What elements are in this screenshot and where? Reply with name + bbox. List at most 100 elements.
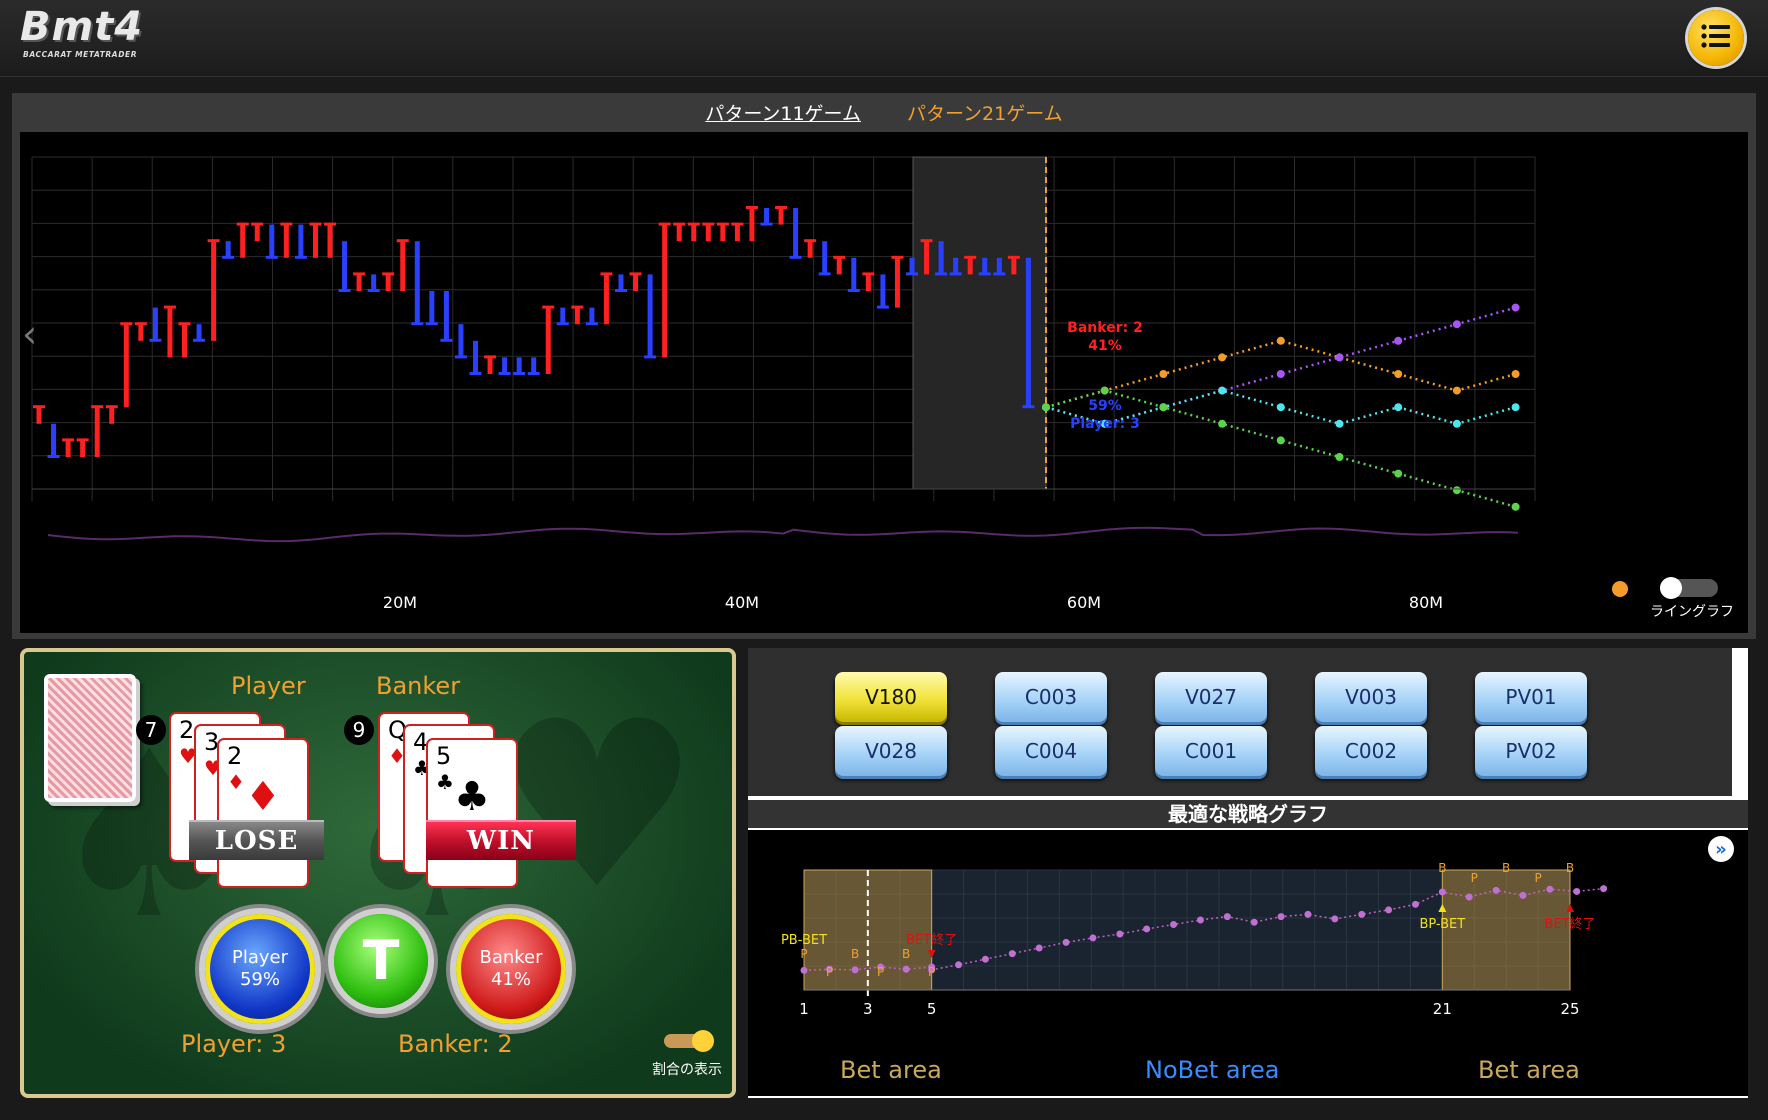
x-axis-label: 21 <box>1433 1000 1452 1018</box>
bet-letter: P <box>928 965 935 979</box>
strategy-point <box>1492 886 1500 894</box>
pattern-bar <box>953 257 959 275</box>
pattern-bar-cap <box>469 372 482 375</box>
pattern-bar <box>1011 257 1017 275</box>
x-tick-label: 60M <box>1066 593 1102 612</box>
pattern-bar-cap <box>585 322 598 326</box>
pattern-bar-cap <box>411 322 424 326</box>
pattern-bar-cap <box>1022 405 1035 409</box>
strategy-point <box>1089 934 1097 942</box>
tab-pattern-21[interactable]: パターン21ゲーム <box>907 99 1063 126</box>
pattern-bar <box>196 324 202 341</box>
strategy-button-c002[interactable]: C002 <box>1315 726 1427 776</box>
pattern-bar <box>327 224 333 258</box>
strategy-point <box>1331 915 1339 923</box>
pattern-bar-cap <box>891 255 904 259</box>
diamond-suit-icon: ♦ <box>227 770 245 794</box>
player-orb-pct: 59% <box>239 969 280 990</box>
pattern-bar-cap <box>76 438 89 442</box>
pattern-bar <box>705 224 711 242</box>
tie-bet-button[interactable]: T <box>334 914 428 1008</box>
banker-orb-label: Banker <box>479 946 543 968</box>
line-graph-toggle-label: ライングラフ <box>1650 604 1734 620</box>
projection-point <box>1452 386 1461 395</box>
tab-pattern-11[interactable]: パターン11ゲーム <box>705 99 861 126</box>
pattern-bar <box>603 274 609 325</box>
player-score-badge: 7 <box>136 715 166 745</box>
strategy-button-c003[interactable]: C003 <box>995 672 1107 722</box>
strategy-button-v003[interactable]: V003 <box>1315 672 1427 722</box>
pattern-bar-cap <box>673 222 686 226</box>
projection-point <box>1511 502 1520 511</box>
banker-hand-label: Banker <box>376 672 461 700</box>
card-rank: 5 <box>436 742 452 770</box>
line-graph-toggle[interactable] <box>1660 577 1718 599</box>
strategy-point <box>1008 950 1016 958</box>
pattern-bar-cap <box>760 222 773 226</box>
pattern-bar-cap <box>178 322 191 326</box>
projection-point <box>1394 336 1403 345</box>
strategy-point <box>1062 938 1070 946</box>
pattern-bar-cap <box>993 272 1006 276</box>
strategy-point <box>1573 887 1581 895</box>
pattern-bar <box>342 241 348 291</box>
bet-letter: B <box>1566 861 1574 875</box>
chevron-left-icon[interactable]: ‹ <box>22 312 37 356</box>
projection-point <box>1335 353 1344 362</box>
strategy-point <box>1250 918 1258 926</box>
pattern-chart-panel: パターン11ゲーム パターン21ゲーム Banker: 2 41% 59% Playe… <box>12 93 1756 639</box>
pattern-bar <box>211 241 217 341</box>
pattern-bar-cap <box>862 272 875 276</box>
pattern-bar <box>836 257 842 275</box>
pattern-bar-cap <box>280 222 293 226</box>
pattern-bar-cap <box>33 405 45 409</box>
pattern-bar-cap <box>425 322 438 326</box>
toggle-knob <box>692 1030 714 1052</box>
pattern-bar-cap <box>367 289 380 292</box>
ratio-display-toggle[interactable] <box>664 1030 714 1052</box>
strategy-button-v028[interactable]: V028 <box>835 726 947 776</box>
app-logo: Bmt4 <box>20 4 144 50</box>
x-axis-label: 1 <box>799 1000 809 1018</box>
pattern-bar-cap <box>644 355 657 359</box>
strategy-button-c001[interactable]: C001 <box>1155 726 1267 776</box>
timeline-position-marker[interactable] <box>1612 581 1628 597</box>
pattern-bar-cap <box>396 239 409 243</box>
strategy-button-pv01[interactable]: PV01 <box>1475 672 1587 722</box>
strategy-point <box>800 966 808 974</box>
x-tick-label: 80M <box>1408 593 1444 612</box>
strategy-button-v027[interactable]: V027 <box>1155 672 1267 722</box>
pattern-bar <box>487 357 493 374</box>
bp-bet-annotation: BP-BET <box>1419 917 1465 932</box>
double-chevron-right-icon[interactable]: » <box>1708 836 1734 862</box>
banker-bet-button[interactable]: Banker 41% <box>456 914 566 1024</box>
pattern-bar <box>298 224 304 258</box>
player-result-banner: LOSE <box>189 820 324 860</box>
bet-letter: P <box>800 947 807 961</box>
strategy-button-v180[interactable]: V180 <box>835 672 947 722</box>
menu-button[interactable] <box>1688 10 1744 66</box>
pattern-bar <box>152 307 158 341</box>
pattern-bar <box>254 224 260 242</box>
pattern-bar <box>691 224 697 242</box>
pattern-bar-cap <box>251 222 264 226</box>
strategy-button-pv02[interactable]: PV02 <box>1475 726 1587 776</box>
strategy-button-c004[interactable]: C004 <box>995 726 1107 776</box>
pattern-bar-cap <box>833 255 846 259</box>
pattern-bar-cap <box>702 222 715 226</box>
pattern-bar <box>560 307 566 325</box>
pattern-tabs: パターン11ゲーム パターン21ゲーム <box>12 93 1756 131</box>
pattern-bar <box>574 307 580 325</box>
projection-point <box>1335 453 1344 461</box>
projection-point <box>1511 370 1520 378</box>
player-hand-label: Player <box>231 672 306 700</box>
club-pip-icon: ♣ <box>454 774 490 820</box>
projection-point <box>1218 353 1227 362</box>
pattern-bar-cap <box>716 222 729 226</box>
pattern-bar <box>531 357 537 374</box>
player-bet-button[interactable]: Player 59% <box>205 914 315 1024</box>
ratio-display-label: 割合の表示 <box>652 1062 722 1078</box>
banker-result-banner: WIN <box>426 820 576 860</box>
app-header: Bmt4 BACCARAT METATRADER <box>0 0 1768 77</box>
pattern-bar-cap <box>1007 255 1020 259</box>
